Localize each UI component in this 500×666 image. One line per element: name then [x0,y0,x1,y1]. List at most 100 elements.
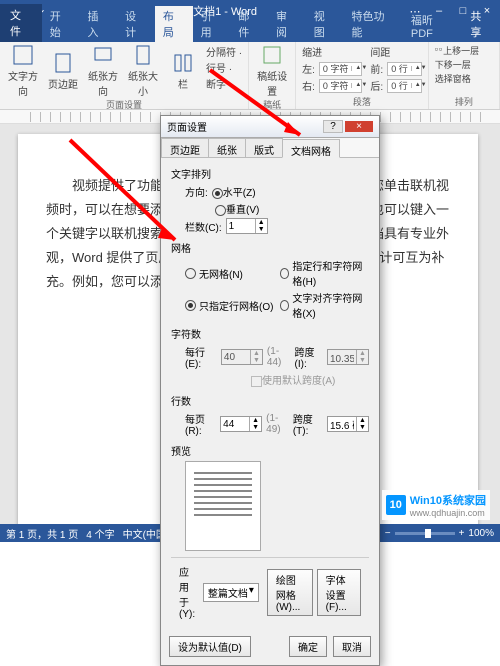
selection-pane-button[interactable]: 选择窗格 [435,72,471,85]
char-pitch-value [328,352,356,363]
direction-vertical-radio[interactable]: 垂直(V) [215,201,259,216]
spacing-after-label: 后: [370,78,383,93]
char-pitch-spin: ▲▼ [327,349,369,365]
spacing-after-value: 0 行 [388,79,411,92]
tab-design[interactable]: 设计 [117,6,155,42]
watermark-title: Win10系统家园 [410,495,486,507]
indent-header: 缩进 [302,44,362,59]
direction-vertical-label: 垂直(V) [226,205,259,216]
size-label: 纸张大小 [126,68,160,98]
annotation-arrow-2 [60,130,200,265]
section-text-direction: 文字排列 方向: 水平(Z) 垂直(V) 栏数(C): ▲▼ [171,166,369,234]
perpage-range: (1-49) [266,413,289,435]
zoom-slider[interactable] [395,532,455,535]
spacing-after-spin[interactable]: 0 行▲▼ [387,79,422,93]
text-direction-label: 文字方向 [6,68,40,98]
section-lines-title: 行数 [171,393,369,408]
zoom-out-button[interactable]: − [385,528,391,539]
line-pitch-value[interactable] [328,419,356,430]
set-default-button[interactable]: 设为默认值(D) [169,636,251,657]
columns-count-spin[interactable]: ▲▼ [226,218,268,234]
line-pitch-label: 跨度(T): [293,411,323,437]
group-arrange-label: 排列 [435,95,493,109]
group-arrange: ▫ ▫ 上移一层 下移一层 选择窗格 排列 [429,42,500,109]
perpage-spin[interactable]: ▲▼ [220,416,262,432]
section-lines: 行数 每页(R): ▲▼ (1-49) 跨度(T): ▲▼ [171,393,369,437]
watermark-url: www.qdhuajin.com [410,508,486,518]
chevron-down-icon: ▾ [249,585,254,600]
columns-count-value[interactable] [227,221,255,232]
perpage-value[interactable] [221,419,249,430]
perline-range: (1-44) [267,346,291,368]
grid-snap-char-radio[interactable]: 文字对齐字符网格(X) [280,290,369,320]
status-page[interactable]: 第 1 页，共 1 页 [6,526,78,541]
tab-references[interactable]: 引用 [193,6,231,42]
spacing-before-spin[interactable]: 0 行▲▼ [387,62,422,76]
tab-file[interactable]: 文件 [0,4,42,42]
perline-value [222,352,250,363]
grid-line-only-radio[interactable]: 只指定行网格(O) [185,290,274,320]
apply-to-select[interactable]: 整篇文档▾ [203,583,259,602]
direction-horizontal-radio[interactable]: 水平(Z) [212,184,256,199]
font-settings-button[interactable]: 字体设置(F)... [317,569,361,616]
grid-line-only-label: 只指定行网格(O) [199,298,273,313]
dialog-footer-row2: 设为默认值(D) 确定 取消 [161,632,379,665]
perline-label: 每行(E): [185,344,217,370]
line-pitch-spin[interactable]: ▲▼ [327,416,369,432]
share-button[interactable]: 共享 [462,6,500,42]
columns-label: 栏 [178,76,188,91]
section-grid: 网格 无网格(N) 指定行和字符网格(H) 只指定行网格(O) 文字对齐字符网格… [171,240,369,320]
breaks-button[interactable]: 分隔符 · [206,44,242,59]
char-pitch-label: 跨度(I): [295,344,323,370]
orientation-button[interactable]: 纸张方向 [86,44,120,98]
watermark-logo-icon: 10 [386,495,406,515]
draw-grid-button[interactable]: 绘图网格(W)... [267,569,313,616]
section-text-title: 文字排列 [171,166,369,181]
section-preview: 预览 [171,443,369,551]
tab-foxit[interactable]: 福昕PDF [403,10,462,42]
grid-snap-char-label: 文字对齐字符网格(X) [292,290,369,320]
section-chars: 字符数 每行(E): ▲▼ (1-44) 跨度(I): ▲▼ 使用默认跨度(A) [171,326,369,387]
preview-thumbnail [185,461,261,551]
columns-button[interactable]: 栏 [166,44,200,98]
ribbon-tabs: 文件 开始 插入 设计 布局 引用 邮件 审阅 视图 特色功能 福昕PDF 共享 [0,22,500,42]
annotation-arrow-1 [200,60,330,155]
cancel-button[interactable]: 取消 [333,636,371,657]
section-grid-title: 网格 [171,240,369,255]
margins-button[interactable]: 页边距 [46,44,80,98]
zoom-level[interactable]: 100% [468,528,494,539]
tab-review[interactable]: 审阅 [268,6,306,42]
position-button[interactable]: ▫ [435,44,438,57]
spacing-before-label: 前: [370,61,383,76]
tab-view[interactable]: 视图 [306,6,344,42]
wrap-button[interactable]: ▫ [439,44,442,57]
section-chars-title: 字符数 [171,326,369,341]
bring-forward-button[interactable]: 上移一层 [443,44,479,57]
direction-horizontal-label: 水平(Z) [223,188,256,199]
tab-mailings[interactable]: 邮件 [230,6,268,42]
margins-label: 页边距 [48,76,78,91]
tab-layout[interactable]: 布局 [155,6,193,42]
perline-spin: ▲▼ [221,349,263,365]
text-direction-button[interactable]: 文字方向 [6,44,40,98]
apply-to-value: 整篇文档 [208,585,248,600]
size-button[interactable]: 纸张大小 [126,44,160,98]
grid-line-char-radio[interactable]: 指定行和字符网格(H) [280,258,369,288]
orientation-label: 纸张方向 [86,68,120,98]
ok-button[interactable]: 确定 [289,636,327,657]
zoom-in-button[interactable]: + [459,528,465,539]
tab-special[interactable]: 特色功能 [343,6,402,42]
send-backward-button[interactable]: 下移一层 [435,58,471,71]
tab-home[interactable]: 开始 [42,6,80,42]
spacing-header: 间距 [370,44,421,59]
status-words[interactable]: 4 个字 [86,526,114,541]
watermark: 10 Win10系统家园 www.qdhuajin.com [382,490,490,520]
perpage-label: 每页(R): [185,411,216,437]
default-pitch-label: 使用默认跨度(A) [262,376,335,387]
grid-none-label: 无网格(N) [199,266,243,281]
default-pitch-check: 使用默认跨度(A) [251,372,335,387]
breaks-label: 分隔符 · [206,44,242,59]
dialog-footer-row1: 应用于(Y): 整篇文档▾ 绘图网格(W)... 字体设置(F)... [171,557,369,626]
dialog-close-button[interactable]: × [345,121,373,132]
tab-insert[interactable]: 插入 [79,6,117,42]
